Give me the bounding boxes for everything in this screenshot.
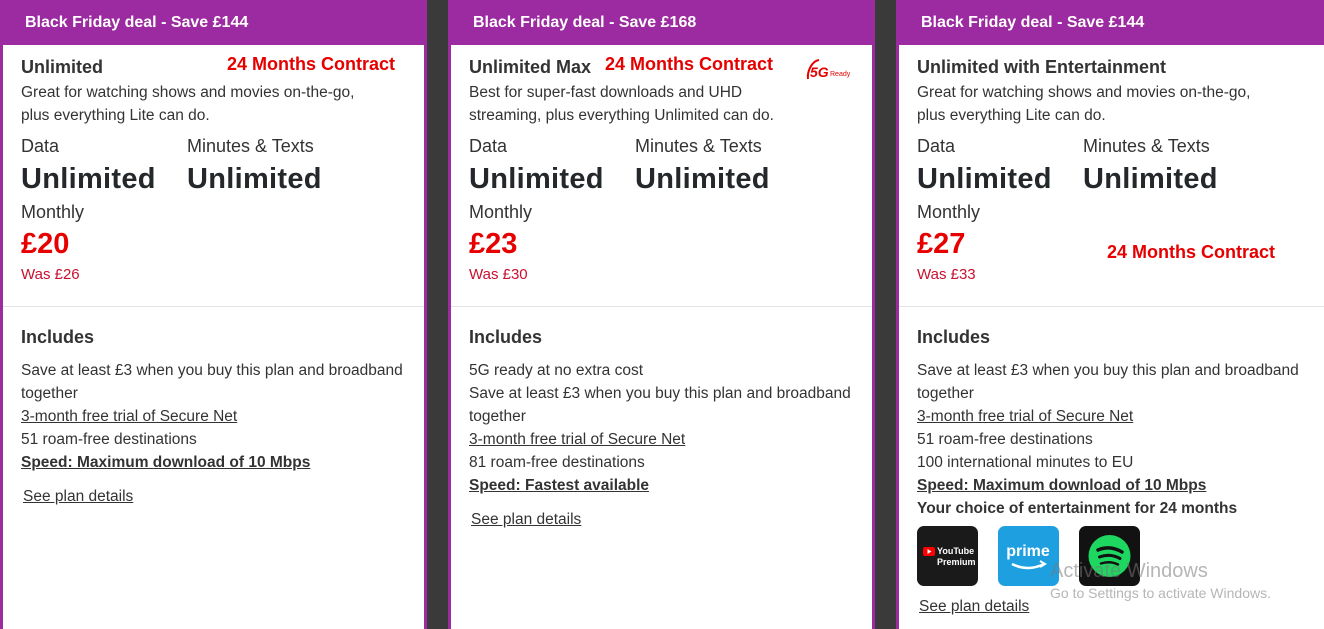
includes-list: Save at least £3 when you buy this plan …: [917, 359, 1306, 520]
contract-label: 24 Months Contract: [227, 54, 396, 74]
plan-name: Unlimited Max: [469, 57, 592, 77]
include-item: 81 roam-free destinations: [469, 454, 645, 471]
deal-banner: Black Friday deal - Save £144: [899, 0, 1324, 45]
plan-description: Great for watching shows and movies on-t…: [21, 84, 355, 124]
monthly-price: £27: [917, 228, 966, 260]
plan-summary: Unlimited with Entertainment Great for w…: [899, 45, 1324, 307]
youtube-premium-icon[interactable]: YouTube Premium: [917, 526, 978, 586]
data-value: Unlimited: [469, 163, 604, 195]
includes-title: Includes: [917, 327, 991, 347]
secure-net-link[interactable]: 3-month free trial of Secure Net: [21, 405, 406, 428]
monthly-price: £20: [21, 228, 70, 260]
data-label: Data: [469, 136, 508, 156]
includes-list: Save at least £3 when you buy this plan …: [21, 359, 406, 474]
see-plan-details-link[interactable]: See plan details: [23, 488, 133, 506]
speed-link[interactable]: Speed: Fastest available: [469, 474, 854, 497]
minutes-texts-label: Minutes & Texts: [1083, 136, 1210, 156]
was-price: Was £26: [21, 266, 80, 283]
contract-label: 24 Months Contract: [605, 54, 774, 74]
deal-banner: Black Friday deal - Save £168: [451, 0, 872, 45]
see-plan-details-link[interactable]: See plan details: [919, 598, 1029, 616]
minutes-texts-value: Unlimited: [1083, 163, 1218, 195]
minutes-texts-label: Minutes & Texts: [635, 136, 762, 156]
windows-activation-watermark: Activate Windows: [1050, 560, 1208, 582]
plan-card-unlimited-entertainment: Black Friday deal - Save £144 Unlimited …: [896, 0, 1324, 629]
contract-label: 24 Months Contract: [1107, 242, 1276, 262]
include-item: Save at least £3 when you buy this plan …: [21, 362, 403, 402]
speed-link[interactable]: Speed: Maximum download of 10 Mbps: [917, 474, 1306, 497]
include-item: 51 roam-free destinations: [917, 431, 1093, 448]
see-plan-details-link[interactable]: See plan details: [471, 511, 581, 529]
windows-activation-hint: Go to Settings to activate Windows.: [1050, 585, 1271, 601]
plan-card-unlimited: Black Friday deal - Save £144 Unlimited …: [0, 0, 427, 629]
includes-title: Includes: [469, 327, 543, 347]
data-value: Unlimited: [917, 163, 1052, 195]
include-item: 51 roam-free destinations: [21, 431, 197, 448]
svg-text:Ready: Ready: [830, 71, 851, 78]
plan-description: Great for watching shows and movies on-t…: [917, 84, 1251, 124]
svg-text:Premium: Premium: [937, 557, 976, 567]
svg-text:5G: 5G: [810, 64, 829, 80]
monthly-label: Monthly: [469, 202, 533, 222]
svg-text:prime: prime: [1006, 543, 1050, 560]
data-value: Unlimited: [21, 163, 156, 195]
deal-banner: Black Friday deal - Save £144: [3, 0, 424, 45]
plan-name: Unlimited: [21, 57, 104, 77]
secure-net-link[interactable]: 3-month free trial of Secure Net: [917, 405, 1306, 428]
includes-section: Includes Save at least £3 when you buy t…: [3, 307, 424, 506]
data-label: Data: [917, 136, 956, 156]
includes-title: Includes: [21, 327, 95, 347]
include-item: Save at least £3 when you buy this plan …: [917, 362, 1299, 402]
minutes-texts-value: Unlimited: [635, 163, 770, 195]
plan-name: Unlimited with Entertainment: [917, 57, 1167, 77]
includes-list: 5G ready at no extra cost Save at least …: [469, 359, 854, 497]
monthly-label: Monthly: [21, 202, 85, 222]
includes-section: Includes 5G ready at no extra cost Save …: [451, 307, 872, 529]
include-item: 5G ready at no extra cost: [469, 362, 644, 379]
plan-card-unlimited-max: Black Friday deal - Save £168 Unlimited …: [448, 0, 875, 629]
minutes-texts-value: Unlimited: [187, 163, 322, 195]
secure-net-link[interactable]: 3-month free trial of Secure Net: [469, 428, 854, 451]
data-label: Data: [21, 136, 60, 156]
include-item: Save at least £3 when you buy this plan …: [469, 385, 851, 425]
was-price: Was £30: [469, 266, 528, 283]
monthly-label: Monthly: [917, 202, 981, 222]
plan-summary: Unlimited Max 24 Months Contract 5G Read…: [451, 45, 872, 307]
svg-text:YouTube: YouTube: [937, 546, 974, 556]
plan-description: Best for super-fast downloads and UHD st…: [469, 84, 774, 124]
monthly-price: £23: [469, 228, 518, 260]
entertainment-choice: Your choice of entertainment for 24 mont…: [917, 500, 1238, 517]
include-item: 100 international minutes to EU: [917, 454, 1134, 471]
was-price: Was £33: [917, 266, 976, 283]
minutes-texts-label: Minutes & Texts: [187, 136, 314, 156]
speed-link[interactable]: Speed: Maximum download of 10 Mbps: [21, 451, 406, 474]
plan-summary: Unlimited 24 Months Contract Great for w…: [3, 45, 424, 307]
5g-ready-icon: 5G Ready: [806, 59, 851, 80]
